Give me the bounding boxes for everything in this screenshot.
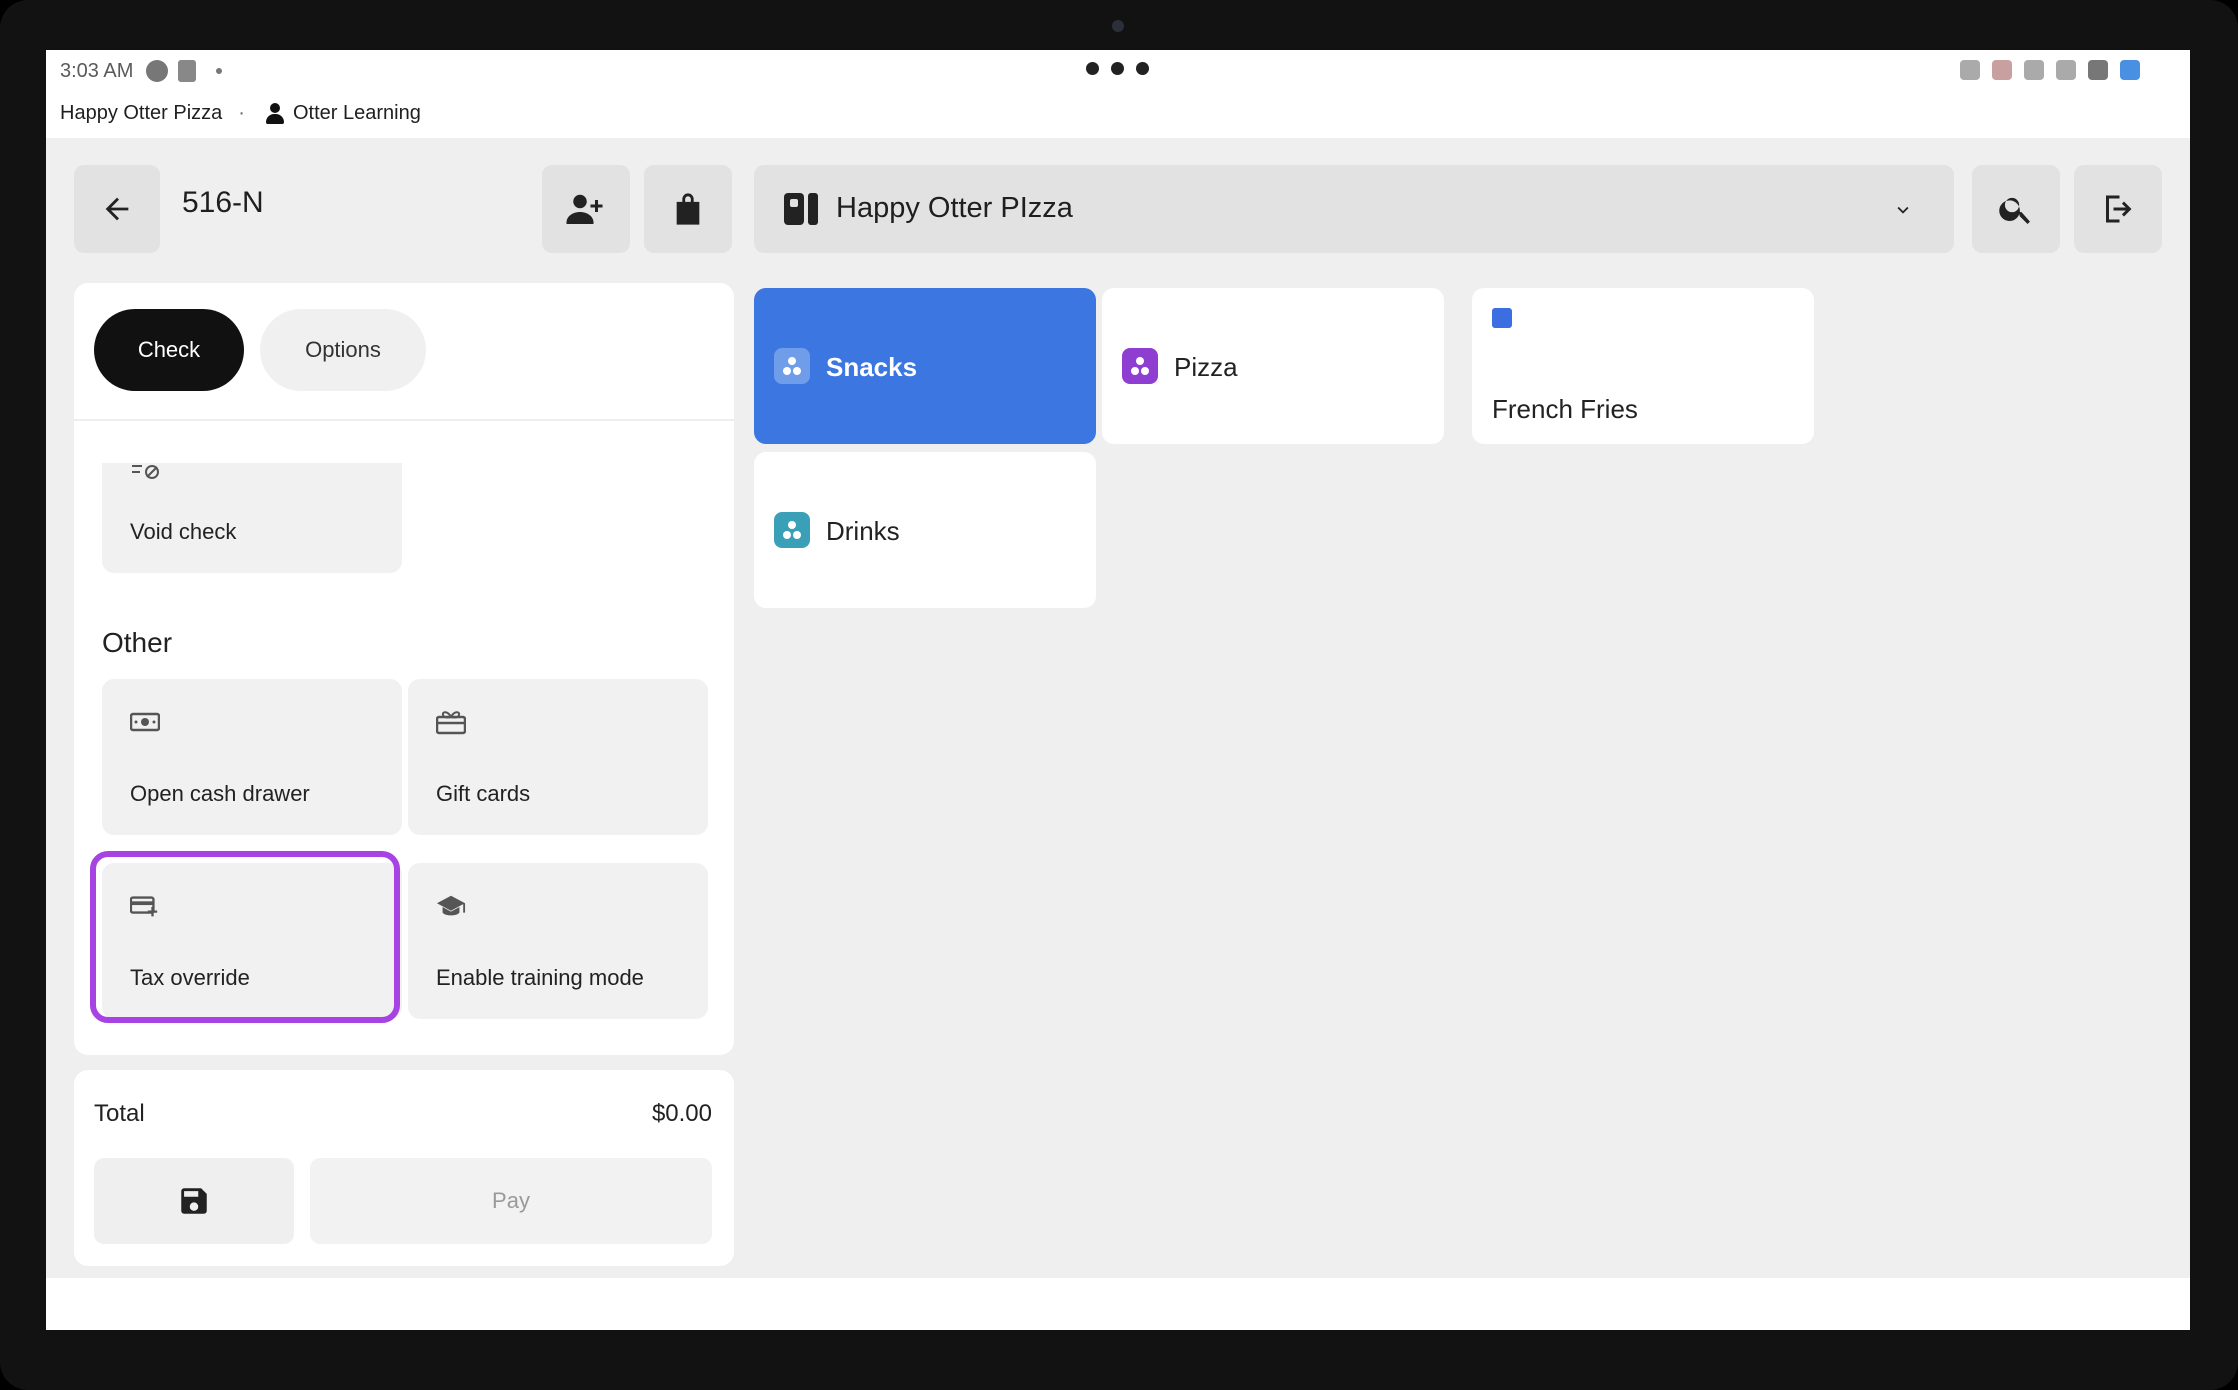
- location-selector[interactable]: Happy Otter PIzza: [754, 165, 1954, 253]
- logout-icon: [2106, 195, 2132, 223]
- cast-icon: [1992, 60, 2012, 80]
- category-drinks[interactable]: Drinks: [754, 452, 1096, 608]
- void-check-label: Void check: [130, 519, 237, 544]
- gift-cards-button[interactable]: Gift cards: [408, 679, 708, 835]
- category-icon: [774, 512, 810, 548]
- tax-override-highlight: [90, 851, 400, 1023]
- battery-icon: [2120, 60, 2140, 80]
- more-dots-icon[interactable]: [1086, 62, 1149, 75]
- category-name: Snacks: [826, 352, 918, 382]
- system-icons: [1960, 60, 2140, 80]
- open-cash-drawer-button[interactable]: Open cash drawer: [102, 679, 402, 835]
- graduation-cap-icon: [436, 895, 466, 916]
- restaurant-name: Happy Otter Pizza: [60, 102, 223, 124]
- status-time: 3:03 AM: [60, 60, 134, 82]
- user-name: Otter Learning: [292, 102, 421, 124]
- category-name: Drinks: [826, 516, 900, 546]
- org-bar: Happy Otter Pizza · Otter Learning: [60, 102, 421, 125]
- save-icon: [181, 1188, 207, 1214]
- gift-cards-label: Gift cards: [436, 781, 531, 806]
- save-button[interactable]: [94, 1158, 294, 1244]
- camera-dot: [1112, 20, 1124, 32]
- add-guest-button[interactable]: [542, 165, 630, 253]
- shopping-bag-icon: [676, 193, 700, 225]
- back-button[interactable]: [74, 165, 160, 253]
- shopping-bag-button[interactable]: [644, 165, 732, 253]
- open-cash-drawer-label: Open cash drawer: [130, 781, 310, 806]
- item-french-fries[interactable]: French Fries: [1472, 288, 1814, 444]
- alarm-icon: [1960, 60, 1980, 80]
- pos-app: 516-N Happy Otter PIzza Check Options Vo…: [46, 138, 2190, 1278]
- location-name: Happy Otter PIzza: [836, 192, 1073, 224]
- tab-options[interactable]: Options: [260, 309, 426, 391]
- void-check-button[interactable]: Void check: [102, 463, 402, 573]
- logout-button[interactable]: [2074, 165, 2162, 253]
- person-add-icon: [566, 194, 603, 224]
- category-icon: [1122, 348, 1158, 384]
- enable-training-mode-label: Enable training mode: [436, 965, 644, 990]
- cash-icon: [130, 712, 160, 732]
- person-icon: [265, 102, 285, 125]
- screen: 3:03 AM Happy Otter Pizza · Otter Learni…: [46, 50, 2190, 1330]
- category-name: Pizza: [1174, 352, 1238, 382]
- device-icon: [178, 60, 196, 82]
- other-section-title: Other: [102, 627, 173, 658]
- divider: [74, 419, 734, 421]
- status-bar: 3:03 AM: [46, 50, 2190, 92]
- wifi-icon: [2088, 60, 2108, 80]
- total-amount: $0.00: [651, 1100, 712, 1127]
- check-circle-icon: [146, 60, 168, 82]
- chevron-down-icon: [1897, 206, 1909, 214]
- dot-icon: [216, 68, 222, 74]
- store-icon: [784, 193, 818, 225]
- tablet-frame: 3:03 AM Happy Otter Pizza · Otter Learni…: [0, 0, 2238, 1390]
- void-icon: [132, 465, 159, 479]
- data-icon: [2056, 60, 2076, 80]
- category-snacks[interactable]: Snacks: [754, 288, 1096, 444]
- tab-check[interactable]: Check: [94, 309, 244, 391]
- item-name: French Fries: [1492, 394, 1638, 424]
- search-icon: [1999, 197, 2030, 225]
- order-number: 516-N: [182, 186, 264, 219]
- gift-card-icon: [436, 711, 466, 735]
- category-pizza[interactable]: Pizza: [1102, 288, 1444, 444]
- category-icon: [774, 348, 810, 384]
- total-label: Total: [94, 1100, 145, 1127]
- item-color-swatch: [1492, 308, 1512, 328]
- navigation-bar-area: [46, 1278, 2190, 1330]
- check-panel: Check Options Void check Other Open cash…: [74, 283, 734, 1055]
- vibrate-icon: [2024, 60, 2044, 80]
- search-button[interactable]: [1972, 165, 2060, 253]
- arrow-left-icon: [105, 197, 129, 221]
- totals-panel: Total $0.00 Pay: [74, 1070, 734, 1266]
- enable-training-mode-button[interactable]: Enable training mode: [408, 863, 708, 1019]
- separator: ·: [238, 102, 245, 124]
- pay-button[interactable]: Pay: [310, 1158, 712, 1244]
